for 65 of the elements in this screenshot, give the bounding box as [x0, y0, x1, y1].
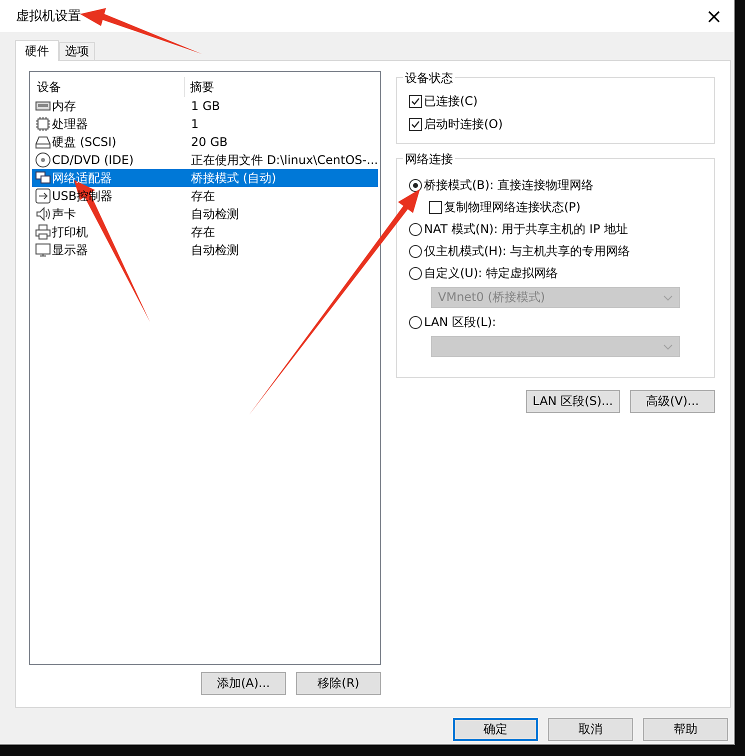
device-name: 打印机 [52, 224, 88, 240]
tab[interactable]: 选项 [59, 42, 95, 60]
network-icon [35, 170, 51, 186]
device-row[interactable]: 内存 1 GB [32, 97, 378, 115]
dialog-button[interactable]: 确定 [453, 718, 538, 741]
device-summary: 正在使用文件 D:\linux\CentOS-... [190, 152, 378, 168]
device-summary: 自动检测 [190, 206, 240, 222]
device-row[interactable]: CD/DVD (IDE) 正在使用文件 D:\linux\CentOS-... [32, 151, 378, 169]
usb-icon [35, 188, 51, 204]
device-name: 处理器 [52, 116, 88, 132]
device-row[interactable]: 显示器 自动检测 [32, 241, 378, 259]
option-label: 仅主机模式(H): 与主机共享的专用网络 [424, 242, 630, 260]
close-button[interactable]: × [694, 0, 734, 32]
device-summary: 1 [190, 117, 200, 131]
device-summary: 桥接模式 (自动) [190, 170, 278, 186]
chevron-icon [663, 294, 673, 300]
processor-icon [35, 116, 51, 132]
list-button[interactable]: 移除(R) [296, 672, 381, 695]
option-label: 复制物理网络连接状态(P) [444, 198, 581, 216]
radio-button[interactable] [409, 316, 422, 328]
radio-button[interactable] [409, 222, 422, 236]
device-row[interactable]: 硬盘 (SCSI) 20 GB [32, 133, 378, 151]
option-label: 启动时连接(O) [424, 116, 503, 132]
device-row[interactable]: 声卡 自动检测 [32, 205, 378, 223]
option-label: 自定义(U): 特定虚拟网络 [424, 264, 558, 282]
checkbox[interactable] [409, 118, 422, 130]
device-row[interactable]: 打印机 存在 [32, 223, 378, 241]
network-button[interactable]: LAN 区段(S)... [526, 390, 620, 413]
device-row[interactable]: 网络适配器 桥接模式 (自动) [32, 169, 378, 187]
group-title: 设备状态 [403, 70, 455, 87]
dialog-button[interactable]: 帮助 [643, 718, 728, 741]
radio-button[interactable] [409, 266, 422, 280]
column-header[interactable]: 设备 [32, 77, 185, 97]
device-summary: 存在 [190, 224, 216, 240]
option-label: 桥接模式(B): 直接连接物理网络 [424, 176, 594, 194]
option-label: 已连接(C) [424, 92, 478, 110]
radio-button[interactable] [409, 178, 422, 192]
speaker-icon [35, 206, 51, 222]
option-label: LAN 区段(L): [424, 314, 496, 330]
device-name: 网络适配器 [52, 170, 112, 186]
device-summary: 自动检测 [190, 242, 240, 258]
radio-button[interactable] [409, 244, 422, 258]
device-name: 显示器 [52, 242, 88, 258]
device-summary: 存在 [190, 188, 216, 204]
window-title: 虚拟机设置 [16, 8, 81, 25]
printer-icon [35, 224, 51, 240]
list-button[interactable]: 添加(A)... [201, 672, 286, 695]
checkbox[interactable] [409, 94, 422, 108]
group-title: 网络连接 [403, 151, 455, 168]
device-row[interactable]: 处理器 1 [32, 115, 378, 133]
dialog-button[interactable]: 取消 [548, 718, 633, 741]
column-header[interactable]: 摘要 [185, 77, 378, 97]
tab[interactable]: 硬件 [15, 40, 59, 61]
device-name: 硬盘 (SCSI) [52, 134, 116, 150]
checkbox[interactable] [429, 200, 442, 214]
device-summary: 20 GB [190, 135, 229, 149]
network-button[interactable]: 高级(V)... [630, 390, 715, 413]
device-name: 声卡 [52, 206, 76, 222]
device-name: CD/DVD (IDE) [52, 153, 134, 167]
option-label: NAT 模式(N): 用于共享主机的 IP 地址 [424, 220, 628, 238]
chevron-icon [663, 344, 673, 350]
device-summary: 1 GB [190, 99, 221, 113]
monitor-icon [35, 242, 51, 258]
disc-icon [35, 152, 51, 168]
device-name: 内存 [52, 98, 76, 114]
